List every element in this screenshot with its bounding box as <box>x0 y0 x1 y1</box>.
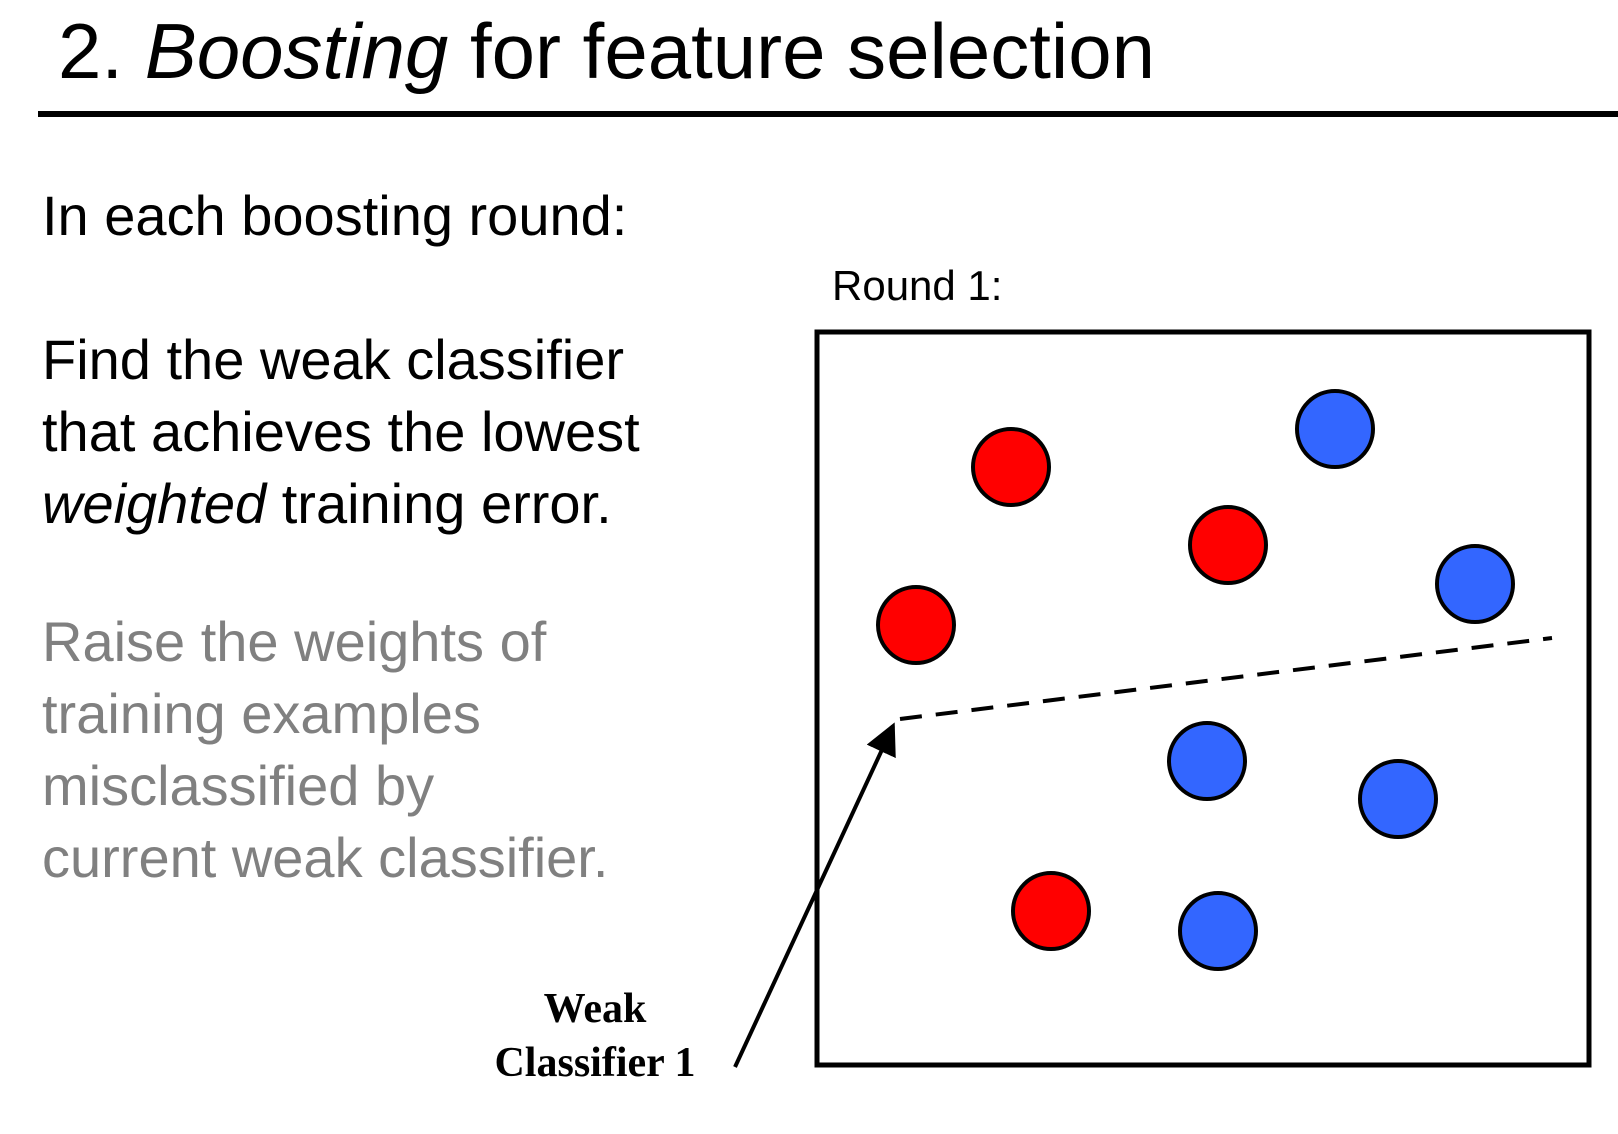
weak-classifier-boundary <box>899 636 1553 721</box>
blue-point-9 <box>1178 891 1258 971</box>
pointer-arrow <box>733 722 896 1068</box>
red-point-3 <box>1188 505 1268 585</box>
weak-classifier-label: Weak Classifier 1 <box>490 982 700 1090</box>
boosting-diagram <box>733 329 1592 1068</box>
red-point-8 <box>1011 871 1091 951</box>
blue-point-4 <box>1435 544 1515 624</box>
weak-label-line-2: Classifier 1 <box>494 1040 696 1086</box>
training-points <box>876 389 1515 971</box>
blue-point-7 <box>1358 759 1438 839</box>
blue-point-6 <box>1167 721 1247 801</box>
red-point-5 <box>876 585 956 665</box>
blue-point-2 <box>1295 389 1375 469</box>
weak-label-line-1: Weak <box>543 986 647 1032</box>
red-point-1 <box>971 427 1051 507</box>
